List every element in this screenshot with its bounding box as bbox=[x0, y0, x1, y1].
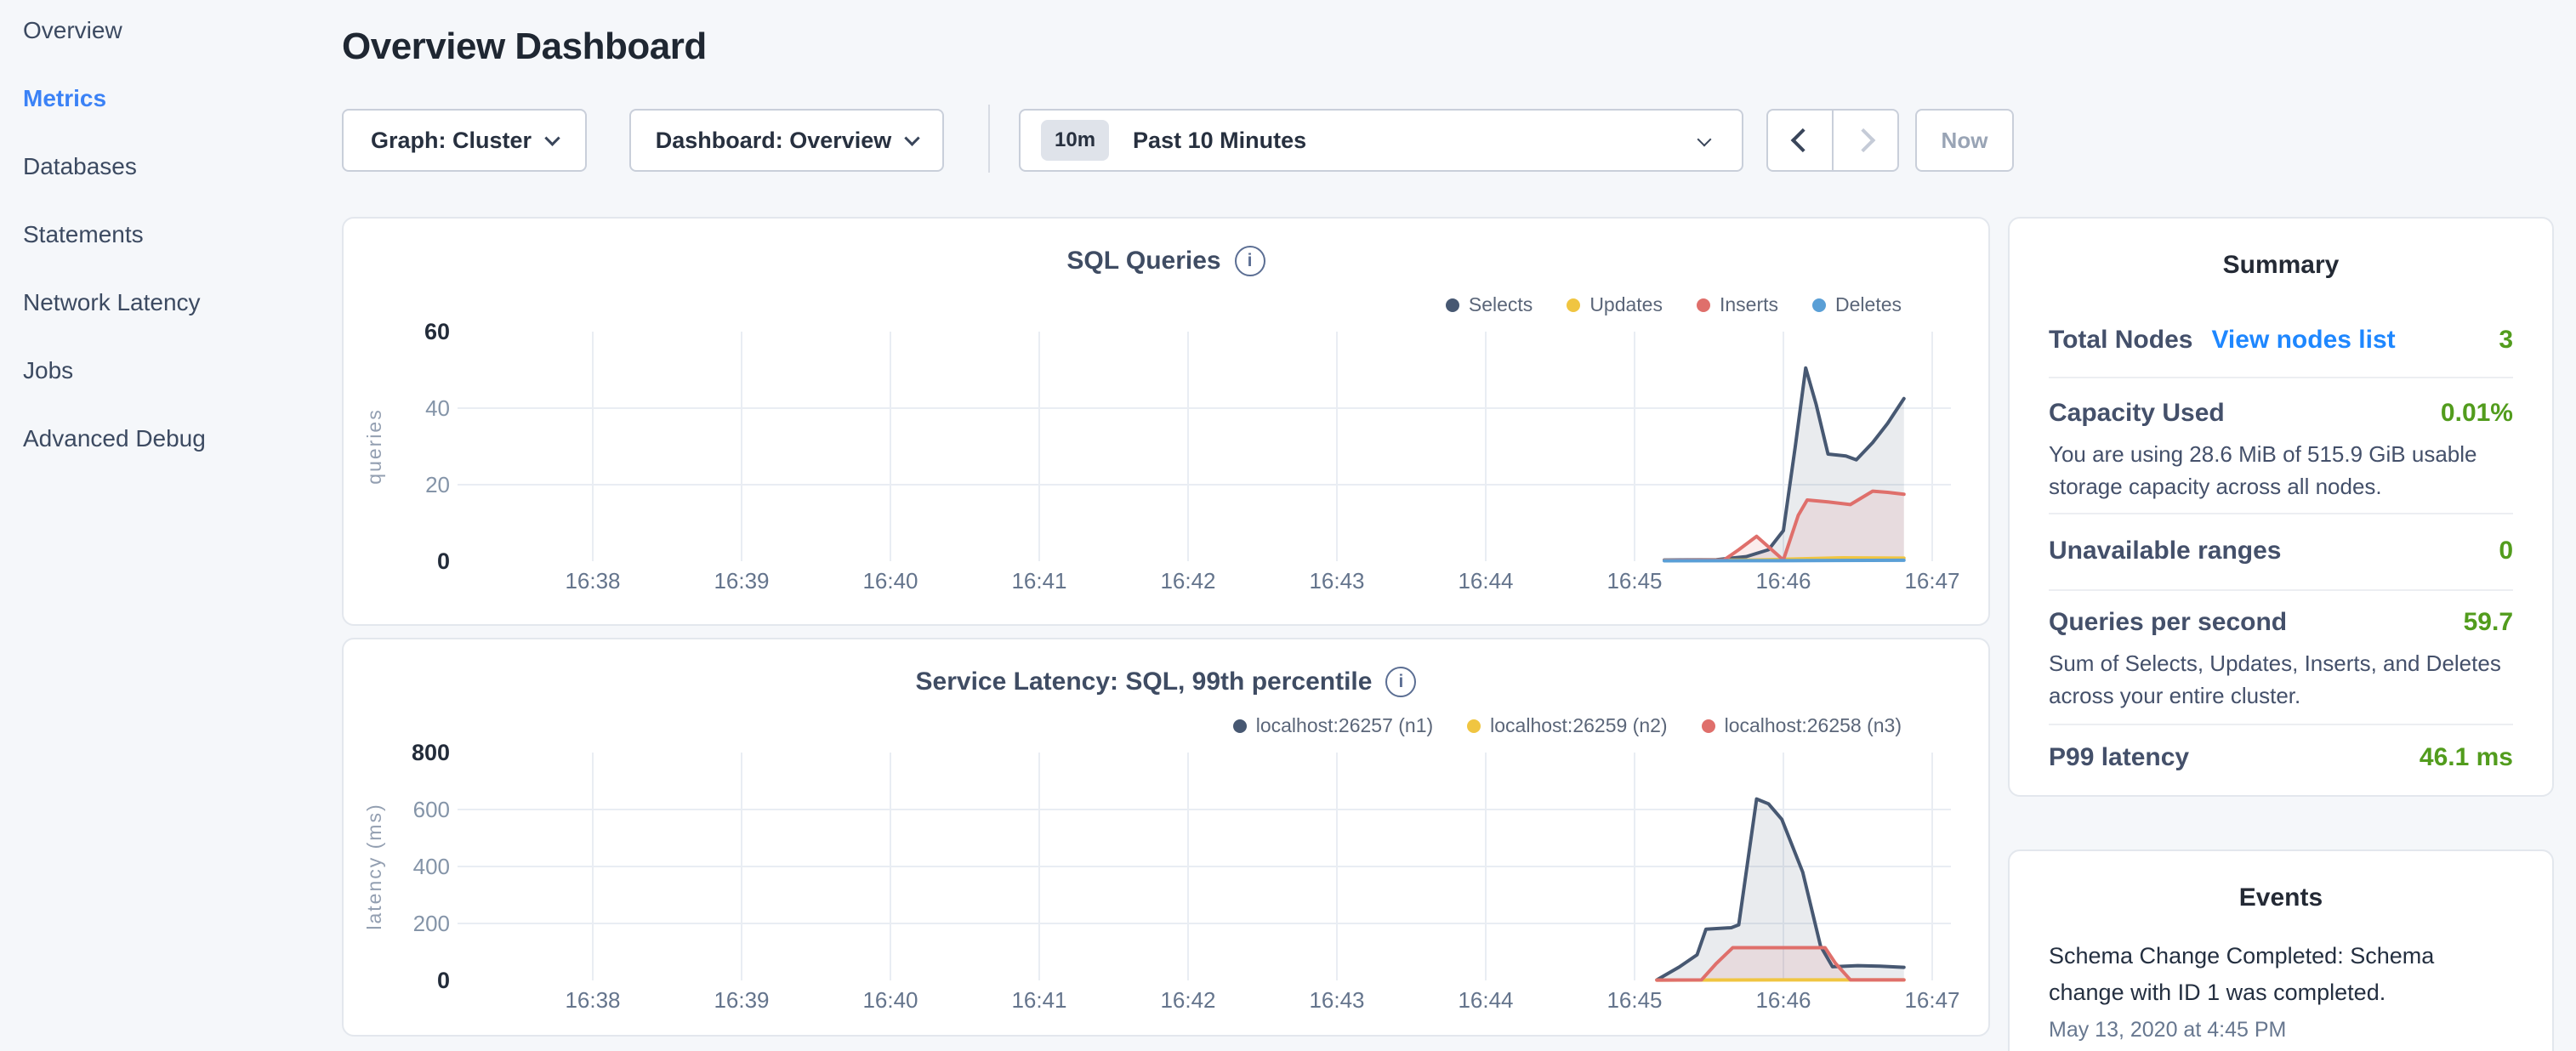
summary-row-description: You are using 28.6 MiB of 515.9 GiB usab… bbox=[2049, 438, 2513, 503]
dashboard-dropdown-label: Dashboard: Overview bbox=[656, 128, 892, 154]
view-nodes-list-link[interactable]: View nodes list bbox=[2211, 326, 2395, 355]
x-tick-label: 16:44 bbox=[1458, 568, 1513, 594]
summary-row-label: P99 latency bbox=[2049, 743, 2189, 772]
x-tick-label: 16:45 bbox=[1606, 987, 1662, 1013]
x-tick-label: 16:46 bbox=[1755, 987, 1811, 1013]
summary-row-value: 0 bbox=[2499, 537, 2513, 565]
event-list-item[interactable]: Schema Change Completed: Schema change w… bbox=[2049, 938, 2513, 1042]
events-title: Events bbox=[2010, 851, 2552, 912]
step-forward-button[interactable] bbox=[1834, 111, 1897, 170]
x-tick-label: 16:43 bbox=[1309, 568, 1364, 594]
sidebar-item-statements[interactable]: Statements bbox=[23, 221, 144, 248]
x-tick-label: 16:38 bbox=[565, 568, 620, 594]
summary-row-value: 59.7 bbox=[2464, 608, 2513, 637]
sidebar-item-network-latency[interactable]: Network Latency bbox=[23, 289, 201, 316]
summary-row-unavailable-ranges: Unavailable ranges 0 bbox=[2049, 513, 2513, 589]
x-tick-label: 16:41 bbox=[1011, 987, 1066, 1013]
time-range-dropdown[interactable]: 10m Past 10 Minutes bbox=[1019, 109, 1743, 172]
chevron-down-icon bbox=[905, 130, 920, 145]
service-latency-plot: 16:38 16:39 16:40 16:41 16:42 16:43 16:44 16:45… bbox=[344, 639, 1992, 1038]
events-panel: Events Schema Change Completed: Schema c… bbox=[2008, 849, 2554, 1051]
chevron-left-icon bbox=[1790, 128, 1814, 152]
x-tick-label: 16:39 bbox=[714, 568, 769, 594]
x-tick-label: 16:47 bbox=[1904, 568, 1959, 594]
page-title: Overview Dashboard bbox=[342, 26, 707, 68]
y-tick-label: 60 bbox=[424, 319, 450, 344]
y-tick-label: 600 bbox=[413, 797, 450, 822]
summary-panel: Summary Total Nodes View nodes list 3 Ca… bbox=[2008, 217, 2554, 797]
step-back-button[interactable] bbox=[1768, 111, 1834, 170]
summary-row-description: Sum of Selects, Updates, Inserts, and De… bbox=[2049, 647, 2513, 712]
summary-title: Summary bbox=[2010, 219, 2552, 280]
x-tick-label: 16:39 bbox=[714, 987, 769, 1013]
x-tick-label: 16:45 bbox=[1606, 568, 1662, 594]
x-tick-label: 16:43 bbox=[1309, 987, 1364, 1013]
y-tick-label: 0 bbox=[437, 968, 450, 993]
x-tick-label: 16:40 bbox=[862, 568, 918, 594]
event-timestamp: May 13, 2020 at 4:45 PM bbox=[2049, 1018, 2513, 1042]
sidebar-item-databases[interactable]: Databases bbox=[23, 153, 137, 180]
x-tick-label: 16:42 bbox=[1160, 568, 1215, 594]
sidebar-item-jobs[interactable]: Jobs bbox=[23, 357, 73, 384]
summary-row-p99-latency: P99 latency 46.1 ms bbox=[2049, 724, 2513, 798]
x-tick-label: 16:44 bbox=[1458, 987, 1513, 1013]
time-range-label: Past 10 Minutes bbox=[1133, 128, 1306, 154]
y-tick-label: 400 bbox=[413, 854, 450, 879]
x-tick-label: 16:42 bbox=[1160, 987, 1215, 1013]
series-line bbox=[1664, 560, 1904, 561]
y-tick-label: 800 bbox=[412, 740, 450, 765]
toolbar-divider bbox=[988, 105, 990, 173]
graph-dropdown[interactable]: Graph: Cluster bbox=[342, 109, 587, 172]
summary-row-label: Unavailable ranges bbox=[2049, 537, 2281, 565]
y-tick-label: 20 bbox=[425, 472, 450, 497]
time-step-buttons bbox=[1766, 109, 1899, 172]
time-range-badge: 10m bbox=[1041, 120, 1109, 161]
now-button[interactable]: Now bbox=[1915, 109, 2014, 172]
summary-row-value: 0.01% bbox=[2441, 399, 2513, 428]
chevron-down-icon bbox=[1697, 133, 1712, 147]
x-tick-label: 16:40 bbox=[862, 987, 918, 1013]
sql-queries-plot: 16:38 16:39 16:40 16:41 16:42 16:43 16:44 16:45… bbox=[344, 219, 1992, 628]
y-tick-label: 200 bbox=[413, 911, 450, 936]
y-axis-title: queries bbox=[363, 408, 385, 484]
chevron-down-icon bbox=[544, 130, 560, 145]
x-tick-label: 16:41 bbox=[1011, 568, 1066, 594]
event-text: Schema Change Completed: Schema change w… bbox=[2049, 938, 2513, 1011]
chevron-right-icon bbox=[1851, 128, 1875, 152]
service-latency-chart-card: Service Latency: SQL, 99th percentile lo… bbox=[342, 638, 1990, 1037]
y-tick-label: 0 bbox=[437, 548, 450, 574]
summary-row-label: Total Nodes bbox=[2049, 326, 2192, 355]
summary-row-label: Capacity Used bbox=[2049, 399, 2225, 428]
graph-dropdown-label: Graph: Cluster bbox=[371, 128, 532, 154]
summary-row-total-nodes: Total Nodes View nodes list 3 bbox=[2049, 280, 2513, 377]
x-tick-label: 16:46 bbox=[1755, 568, 1811, 594]
summary-row-queries-per-second: Queries per second 59.7 Sum of Selects, … bbox=[2049, 589, 2513, 724]
summary-row-value: 3 bbox=[2499, 326, 2513, 355]
y-tick-label: 40 bbox=[425, 395, 450, 421]
dashboard-dropdown[interactable]: Dashboard: Overview bbox=[629, 109, 944, 172]
sidebar-item-metrics[interactable]: Metrics bbox=[23, 85, 106, 112]
summary-row-label: Queries per second bbox=[2049, 608, 2287, 637]
sidebar-item-overview[interactable]: Overview bbox=[23, 17, 122, 44]
summary-row-capacity-used: Capacity Used 0.01% You are using 28.6 M… bbox=[2049, 377, 2513, 513]
summary-row-value: 46.1 ms bbox=[2420, 743, 2513, 772]
sidebar-item-advanced-debug[interactable]: Advanced Debug bbox=[23, 425, 206, 452]
x-tick-label: 16:47 bbox=[1904, 987, 1959, 1013]
sql-queries-chart-card: SQL Queries SelectsUpdatesInsertsDeletes… bbox=[342, 217, 1990, 626]
y-axis-title: latency (ms) bbox=[363, 803, 385, 929]
x-tick-label: 16:38 bbox=[565, 987, 620, 1013]
